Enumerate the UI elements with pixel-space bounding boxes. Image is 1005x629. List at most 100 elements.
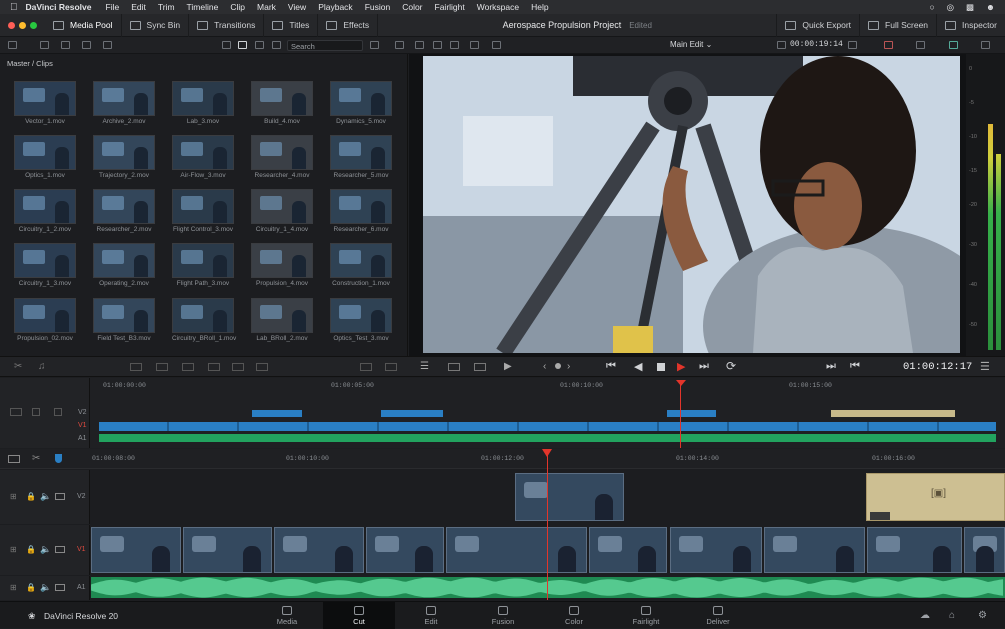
menu-edit[interactable]: Edit — [131, 2, 146, 12]
viewer-options-icon[interactable] — [470, 41, 479, 49]
track-add-icon[interactable]: ⊞ — [10, 545, 17, 554]
v2-clip[interactable] — [381, 410, 443, 417]
media-clip[interactable]: Researcher_6.mov — [330, 189, 392, 233]
media-clip[interactable]: Propulsion_4.mov — [251, 243, 313, 287]
v1-video-clip[interactable] — [183, 527, 272, 573]
a1-track-overview[interactable] — [99, 434, 996, 442]
media-clip[interactable]: Archive_2.mov — [93, 81, 155, 125]
lock-icon[interactable]: 🔒 — [26, 545, 36, 554]
v2-title-clip[interactable] — [831, 410, 955, 417]
viewer-mode-icon[interactable] — [395, 41, 404, 49]
globe-icon[interactable]: ◎ — [947, 2, 954, 13]
v1-video-clip[interactable] — [274, 527, 364, 573]
menu-playback[interactable]: Playback — [318, 2, 353, 12]
media-clip[interactable]: Circuitry_1_2.mov — [14, 189, 76, 233]
bypass-icon[interactable] — [916, 41, 925, 49]
stop-icon[interactable] — [657, 363, 665, 371]
media-clip[interactable]: Optics_Test_3.mov — [330, 298, 392, 342]
grid-view-icon[interactable] — [238, 41, 247, 49]
close-up-icon[interactable] — [208, 363, 220, 371]
timeline-view-icon[interactable] — [450, 41, 459, 49]
viewer-layout-icon[interactable] — [492, 41, 501, 49]
sort-icon[interactable] — [370, 41, 379, 49]
media-clip[interactable]: Dynamics_5.mov — [330, 81, 392, 125]
speaker-icon[interactable]: 🔈 — [40, 582, 51, 593]
media-clip[interactable]: Researcher_2.mov — [93, 189, 155, 233]
media-clip[interactable]: Operating_2.mov — [93, 243, 155, 287]
monitor-icon[interactable] — [55, 493, 65, 500]
sync-icon[interactable] — [82, 41, 91, 49]
page-color[interactable]: Color — [538, 602, 610, 629]
apple-icon[interactable]:  — [10, 2, 18, 13]
media-clip[interactable]: Circuitry_BRoll_1.mov — [172, 298, 236, 342]
sidebar-toggle-icon[interactable] — [8, 41, 17, 49]
dynamic-zoom-icon[interactable] — [385, 363, 397, 371]
menu-workspace[interactable]: Workspace — [477, 2, 519, 12]
source-overwrite-icon[interactable] — [256, 363, 268, 371]
trim-icon[interactable] — [360, 363, 372, 371]
transitions-button[interactable]: Transitions — [189, 13, 265, 37]
jog-icon[interactable] — [555, 363, 561, 369]
smart-insert-icon[interactable] — [130, 363, 142, 371]
v1-video-clip[interactable] — [366, 527, 444, 573]
sync-bin-button[interactable]: Sync Bin — [122, 13, 190, 37]
page-fusion[interactable]: Fusion — [467, 602, 539, 629]
upper-playhead[interactable] — [680, 382, 681, 448]
reverse-icon[interactable]: ◀ — [634, 360, 642, 373]
page-deliver[interactable]: Deliver — [682, 602, 754, 629]
minimize-window-button[interactable] — [19, 21, 26, 29]
next-clip-icon[interactable]: › — [567, 361, 570, 372]
import-folder-icon[interactable] — [61, 41, 70, 49]
media-clip[interactable]: Flight Path_3.mov — [172, 243, 234, 287]
settings-gear-icon[interactable]: ⚙ — [978, 610, 987, 621]
track-add-icon[interactable]: ⊞ — [10, 492, 17, 501]
next-edit-icon[interactable]: ⏭ — [826, 360, 836, 373]
aspect-icon[interactable] — [848, 41, 857, 49]
close-window-button[interactable] — [8, 21, 15, 29]
split-clip-icon[interactable]: ✂ — [14, 361, 22, 372]
menu-fairlight[interactable]: Fairlight — [435, 2, 465, 12]
user-icon[interactable]: ☻ — [986, 2, 995, 12]
zoom-window-button[interactable] — [30, 21, 37, 29]
media-clip[interactable]: Field Test_B3.mov — [93, 298, 155, 342]
color-space-icon[interactable] — [884, 41, 893, 49]
v1-video-clip[interactable] — [91, 527, 181, 573]
media-clip[interactable]: Lab_BRoll_2.mov — [251, 298, 313, 342]
monitor-icon[interactable] — [55, 584, 65, 591]
page-edit[interactable]: Edit — [395, 602, 467, 629]
v1-video-clip[interactable] — [764, 527, 865, 573]
menu-color[interactable]: Color — [402, 2, 422, 12]
track-audio-icon[interactable] — [54, 408, 62, 416]
viewer-frame[interactable] — [423, 56, 960, 353]
page-media[interactable]: Media — [251, 602, 323, 629]
a1-audio-clip[interactable] — [91, 577, 1005, 598]
lower-playhead-marker[interactable] — [542, 449, 552, 457]
media-pool-button[interactable]: Media Pool — [45, 13, 122, 37]
play-around-icon[interactable]: ▶ — [504, 361, 512, 372]
list-view-icon[interactable] — [222, 41, 231, 49]
cloud-icon[interactable]: ☁ — [920, 610, 930, 621]
home-icon[interactable]: ⌂ — [949, 610, 955, 621]
color-wheel-icon[interactable] — [949, 41, 958, 49]
monitor-icon[interactable] — [55, 546, 65, 553]
sync-status-icon[interactable]: ○ — [929, 2, 934, 12]
media-clip[interactable]: Circuitry_1_4.mov — [251, 189, 313, 233]
app-menu[interactable]: DaVinci Resolve — [26, 2, 92, 12]
page-fairlight[interactable]: Fairlight — [610, 602, 682, 629]
search-input[interactable]: Search — [287, 40, 363, 51]
transform-icon[interactable] — [448, 363, 460, 371]
go-to-end-icon[interactable]: ⏭ — [699, 360, 709, 373]
shield-icon[interactable] — [55, 454, 62, 463]
previous-clip-icon[interactable]: ‹ — [543, 361, 546, 372]
media-clip[interactable]: Flight Control_3.mov — [172, 189, 234, 233]
ripple-overwrite-icon[interactable] — [182, 363, 194, 371]
audio-link-icon[interactable]: ♫ — [38, 361, 46, 372]
lock-icon[interactable]: 🔒 — [26, 492, 36, 501]
v1-video-clip[interactable] — [867, 527, 962, 573]
v1-video-clip[interactable] — [446, 527, 587, 573]
blade-icon[interactable]: ✂ — [32, 453, 40, 464]
quick-export-button[interactable]: Quick Export — [776, 13, 861, 37]
safe-area-icon[interactable] — [415, 41, 424, 49]
speaker-icon[interactable]: 🔈 — [40, 491, 51, 502]
menu-trim[interactable]: Trim — [158, 2, 175, 12]
